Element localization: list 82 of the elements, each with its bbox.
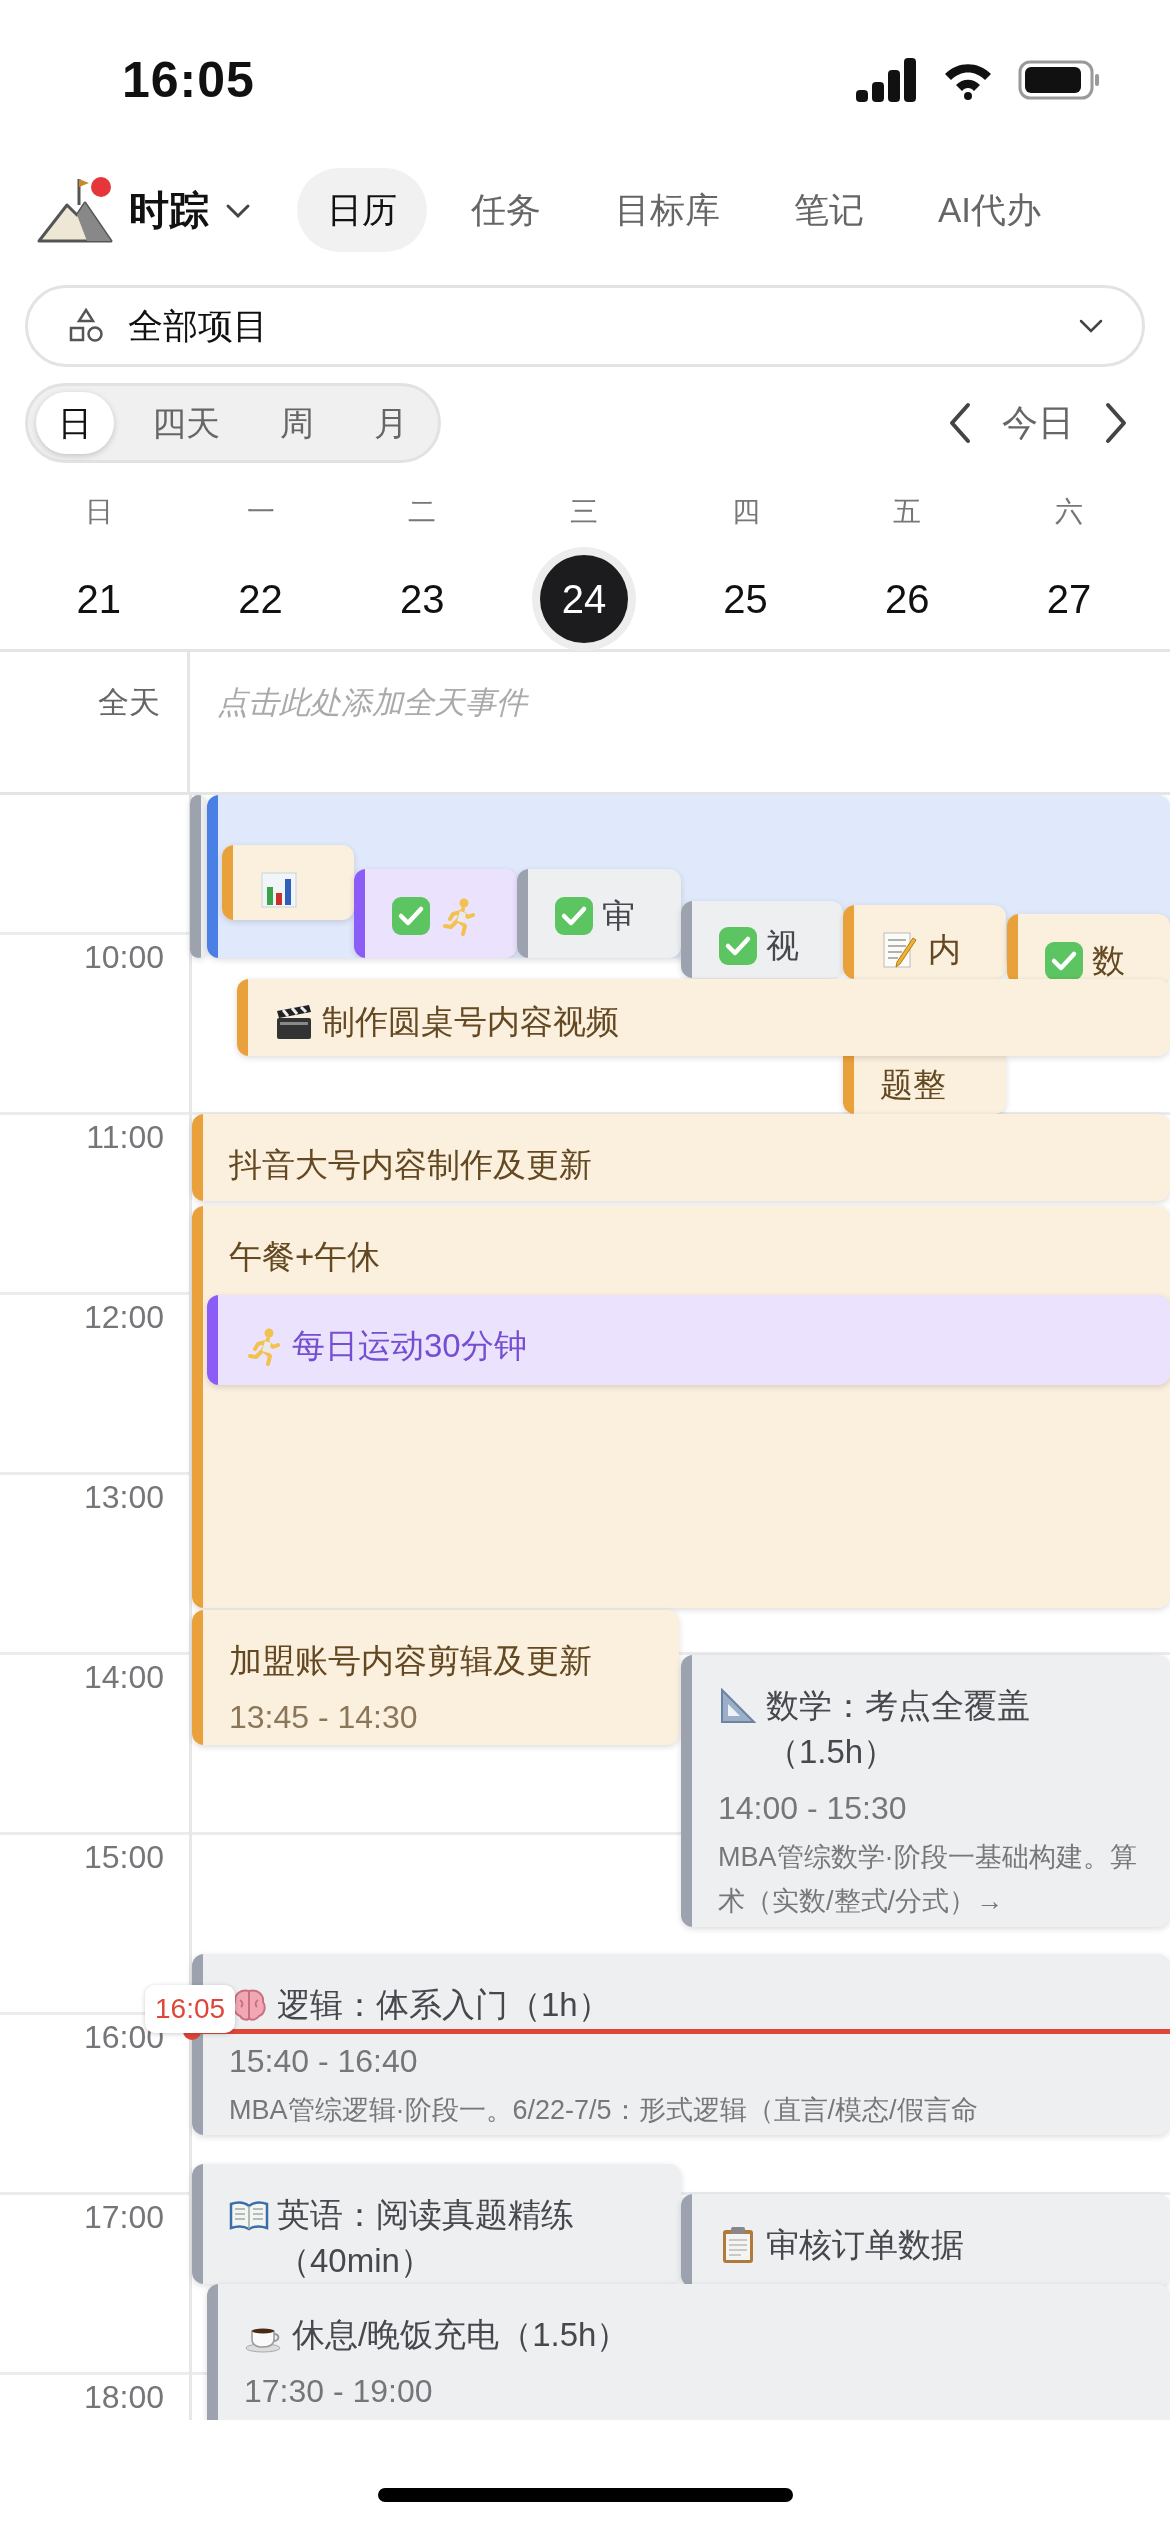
event-title: 审核订单数据 bbox=[766, 2225, 965, 2265]
view-mode-tab[interactable]: 周 bbox=[258, 392, 336, 454]
event-card[interactable] bbox=[222, 845, 354, 920]
hour-label: 11:00 bbox=[86, 1118, 164, 1157]
nav-tab[interactable]: 笔记 bbox=[764, 168, 894, 252]
event-title: 每日运动30分钟 bbox=[292, 1326, 528, 1366]
hour-label: 17:00 bbox=[83, 2198, 164, 2237]
nav-tab[interactable]: 日历 bbox=[297, 168, 427, 252]
date-number[interactable]: 25 bbox=[701, 555, 790, 643]
project-select[interactable]: 全部项目 bbox=[25, 285, 1145, 367]
event-time: 14:00 - 15:30 bbox=[718, 1789, 908, 1828]
event-color-bar bbox=[843, 1056, 854, 1114]
hour-label: 13:00 bbox=[83, 1478, 164, 1517]
event-card[interactable]: 每日运动30分钟 bbox=[207, 1295, 1170, 1385]
date-number[interactable]: 26 bbox=[863, 555, 952, 643]
event-title: 午餐+午休 bbox=[229, 1237, 382, 1277]
triangle-ruler-icon bbox=[718, 1686, 758, 1726]
today-button[interactable]: 今日 bbox=[972, 396, 1104, 450]
event-card[interactable]: 题整 bbox=[843, 1056, 1006, 1114]
weekday-label: 日 bbox=[84, 495, 113, 529]
weekday-label: 一 bbox=[246, 495, 275, 529]
event-card[interactable]: 数 bbox=[1007, 914, 1170, 984]
event-card[interactable]: 数学：考点全覆盖（1.5h） 14:00 - 15:30 MBA管综数学·阶段一基础构建。算术（实数/整式/分式）→ bbox=[681, 1655, 1170, 1927]
event-description: MBA管综数学·阶段一基础构建。算术（实数/整式/分式）→ bbox=[718, 1841, 1138, 1918]
date-number[interactable]: 21 bbox=[54, 555, 143, 643]
next-button[interactable] bbox=[1104, 402, 1128, 444]
chevron-left-icon bbox=[948, 402, 972, 444]
event-card[interactable]: 加盟账号内容剪辑及更新 13:45 - 14:30 bbox=[192, 1610, 679, 1745]
event-title: 审 bbox=[602, 896, 636, 936]
weekday-label: 四 bbox=[731, 495, 760, 529]
signal-icon bbox=[856, 58, 918, 102]
event-time: 17:30 - 19:00 bbox=[244, 2372, 434, 2411]
date-number[interactable]: 23 bbox=[378, 555, 467, 643]
event-title: 逻辑：体系入门（1h） bbox=[277, 1985, 612, 2025]
hour-label: 12:00 bbox=[83, 1298, 164, 1337]
clapperboard-icon bbox=[274, 1002, 314, 1042]
event-card[interactable]: 抖音大号内容制作及更新 bbox=[192, 1114, 1170, 1201]
event-title: 制作圆桌号内容视频 bbox=[322, 1002, 620, 1042]
chevron-down-icon[interactable] bbox=[225, 202, 251, 219]
event-title: 英语：阅读真题精练（40min） bbox=[277, 2195, 575, 2281]
hour-label: 18:00 bbox=[83, 2378, 164, 2417]
nav-tab[interactable]: 目标库 bbox=[585, 168, 750, 252]
weekday-label: 六 bbox=[1054, 495, 1083, 529]
event-card[interactable]: 制作圆桌号内容视频 bbox=[237, 979, 1170, 1056]
hour-label: 10:00 bbox=[83, 938, 164, 977]
hour-label: 15:00 bbox=[83, 1838, 164, 1877]
app-name[interactable]: 时踪 bbox=[129, 180, 209, 240]
nav-tab[interactable]: AI代办 bbox=[908, 168, 1072, 252]
status-time: 16:05 bbox=[122, 50, 255, 110]
battery-icon bbox=[1018, 60, 1100, 100]
event-card[interactable]: 内 bbox=[843, 905, 1006, 979]
event-card[interactable] bbox=[354, 869, 517, 958]
event-title: 加盟账号内容剪辑及更新 bbox=[229, 1641, 593, 1681]
weekday-label: 三 bbox=[569, 495, 598, 529]
chevron-down-icon bbox=[1078, 318, 1104, 334]
event-title: 休息/晚饭充电（1.5h） bbox=[292, 2315, 631, 2355]
nav-tab[interactable]: 任务 bbox=[441, 168, 571, 252]
shapes-icon bbox=[68, 308, 104, 344]
view-mode-tab[interactable]: 四天 bbox=[130, 392, 242, 454]
weekday-label: 五 bbox=[893, 495, 922, 529]
event-title: 抖音大号内容制作及更新 bbox=[229, 1145, 593, 1185]
chevron-right-icon bbox=[1104, 402, 1128, 444]
event-time: 13:45 - 14:30 bbox=[229, 1698, 419, 1737]
weekday-label: 二 bbox=[408, 495, 437, 529]
event-card[interactable]: 视 bbox=[681, 901, 843, 978]
date-number[interactable]: 27 bbox=[1024, 555, 1113, 643]
event-time: 15:40 - 16:40 bbox=[229, 2042, 419, 2081]
event-card[interactable]: 英语：阅读真题精练（40min） bbox=[192, 2164, 681, 2284]
view-mode-tab[interactable]: 月 bbox=[352, 392, 430, 454]
event-card[interactable]: 审核订单数据 bbox=[681, 2194, 1170, 2287]
date-number[interactable]: 22 bbox=[216, 555, 305, 643]
event-description: MBA管综逻辑·阶段一。6/22-7/5：形式逻辑（直言/模态/假言命 bbox=[229, 2094, 979, 2127]
hour-label: 14:00 bbox=[83, 1658, 164, 1697]
view-mode-tab[interactable]: 日 bbox=[36, 392, 114, 454]
all-day-label: 全天 bbox=[98, 685, 160, 720]
event-title: 数学：考点全覆盖（1.5h） bbox=[766, 1686, 1031, 1772]
previous-button[interactable] bbox=[948, 402, 972, 444]
event-card[interactable]: 午餐+午休 每日运动30分钟 bbox=[192, 1206, 1170, 1608]
bar-chart-icon bbox=[259, 870, 299, 910]
event-card[interactable]: 审 bbox=[517, 869, 681, 958]
event-title: 题整 bbox=[880, 1065, 946, 1105]
event-card[interactable]: 休息/晚饭充电（1.5h） 17:30 - 19:00 bbox=[207, 2284, 1170, 2420]
